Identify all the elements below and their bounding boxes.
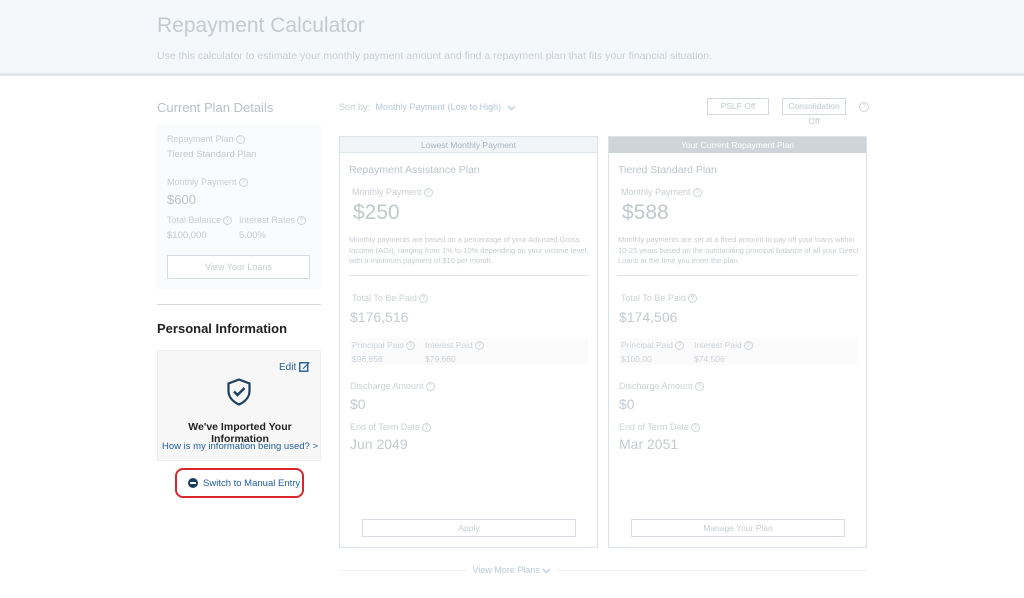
end-term-label: End of Term Date? bbox=[350, 422, 431, 433]
minus-circle-icon bbox=[188, 478, 198, 488]
question-circle-icon[interactable]: ? bbox=[694, 382, 704, 392]
shield-check-icon bbox=[227, 378, 251, 406]
plan-card-repayment-assistance: Lowest Monthly Payment Repayment Assista… bbox=[339, 136, 598, 548]
view-more-plans-label: View More Plans bbox=[472, 565, 540, 575]
discharge-amount-label: Discharge Amount? bbox=[619, 381, 704, 392]
principal-interest-row: Principal Paid? $96,856 Interest Paid? $… bbox=[350, 338, 588, 365]
question-circle-icon[interactable]: ? bbox=[405, 341, 415, 351]
view-more-row: View More Plans bbox=[0, 565, 1024, 575]
card-divider bbox=[349, 275, 589, 276]
current-plan-title: Current Plan Details bbox=[157, 100, 274, 115]
question-circle-icon[interactable]: ? bbox=[743, 341, 753, 351]
question-circle-icon[interactable]: ? bbox=[423, 188, 433, 198]
section-divider bbox=[157, 304, 321, 305]
plan-card-tiered-standard: Your Current Repayment Plan Tiered Stand… bbox=[608, 136, 867, 548]
question-circle-icon[interactable]: ? bbox=[687, 294, 697, 304]
page-subtitle: Use this calculator to estimate your mon… bbox=[157, 50, 713, 62]
edit-link[interactable]: Edit bbox=[279, 362, 296, 373]
monthly-payment-value: $600 bbox=[167, 192, 196, 207]
monthly-payment-label: Monthly Payment? bbox=[352, 187, 433, 198]
plan-name: Tiered Standard Plan bbox=[618, 164, 717, 176]
manage-plan-button[interactable]: Manage Your Plan bbox=[631, 519, 845, 537]
question-circle-icon[interactable]: ? bbox=[421, 423, 431, 433]
question-circle-icon[interactable]: ? bbox=[690, 423, 700, 433]
question-circle-icon[interactable]: ? bbox=[474, 341, 484, 351]
edit-pencil-icon[interactable] bbox=[299, 361, 310, 372]
question-circle-icon[interactable]: ? bbox=[692, 188, 702, 198]
total-balance-value: $100,000 bbox=[167, 230, 207, 241]
pslf-toggle[interactable]: PSLF Off bbox=[707, 98, 769, 115]
plan-name: Repayment Assistance Plan bbox=[349, 164, 480, 176]
plan-description: Monthly payments are based on a percenta… bbox=[349, 235, 589, 265]
question-circle-icon[interactable]: ? bbox=[223, 216, 233, 226]
interest-paid-value: $79,660 bbox=[425, 354, 456, 364]
plan-banner: Lowest Monthly Payment bbox=[340, 137, 597, 153]
discharge-amount-label: Discharge Amount? bbox=[350, 381, 435, 392]
plan-banner: Your Current Repayment Plan bbox=[609, 137, 866, 153]
sort-by-value[interactable]: Monthly Payment (Low to High) bbox=[376, 102, 502, 112]
current-plan-panel: Repayment Plan? Tiered Standard Plan Mon… bbox=[157, 124, 321, 290]
switch-manual-entry-label: Switch to Manual Entry bbox=[203, 478, 301, 489]
monthly-payment-label: Monthly Payment? bbox=[621, 187, 702, 198]
principal-paid-label: Principal Paid? bbox=[621, 340, 684, 351]
principal-paid-label: Principal Paid? bbox=[352, 340, 415, 351]
principal-interest-row: Principal Paid? $100,00 Interest Paid? $… bbox=[619, 338, 857, 365]
total-paid-value: $174,506 bbox=[619, 309, 678, 325]
monthly-payment-amount: $250 bbox=[353, 201, 400, 224]
question-circle-icon[interactable]: ? bbox=[425, 382, 435, 392]
plan-description: Monthly payments are set at a fixed amou… bbox=[618, 235, 859, 265]
interest-rates-value: 5.00% bbox=[239, 230, 266, 241]
end-term-value: Jun 2049 bbox=[350, 436, 408, 452]
principal-paid-value: $96,856 bbox=[352, 354, 383, 364]
interest-rates-label: Interest Rates? bbox=[239, 215, 307, 226]
end-term-value: Mar 2051 bbox=[619, 436, 679, 452]
chevron-down-icon bbox=[542, 568, 551, 574]
total-paid-label: Total To Be Paid? bbox=[352, 293, 428, 304]
question-circle-icon[interactable]: ? bbox=[859, 102, 869, 112]
interest-paid-value: $74,506 bbox=[694, 354, 725, 364]
card-divider bbox=[618, 275, 858, 276]
monthly-payment-label: Monthly Payment? bbox=[167, 177, 248, 188]
chevron-down-icon[interactable] bbox=[507, 105, 516, 111]
question-circle-icon[interactable]: ? bbox=[418, 294, 428, 304]
repayment-plan-value: Tiered Standard Plan bbox=[167, 149, 257, 160]
interest-paid-label: Interest Paid? bbox=[694, 340, 753, 351]
imported-info-card: Edit We've Imported Your Information How… bbox=[157, 350, 321, 461]
discharge-amount-value: $0 bbox=[619, 396, 635, 412]
switch-manual-entry-button[interactable]: Switch to Manual Entry bbox=[175, 468, 304, 498]
question-circle-icon[interactable]: ? bbox=[238, 178, 248, 188]
discharge-amount-value: $0 bbox=[350, 396, 366, 412]
total-paid-label: Total To Be Paid? bbox=[621, 293, 697, 304]
page-title: Repayment Calculator bbox=[157, 14, 365, 37]
interest-paid-label: Interest Paid? bbox=[425, 340, 484, 351]
end-term-label: End of Term Date? bbox=[619, 422, 700, 433]
sort-by-label: Sort by: bbox=[339, 102, 371, 112]
question-circle-icon[interactable]: ? bbox=[297, 216, 307, 226]
view-more-plans-link[interactable]: View More Plans bbox=[466, 565, 558, 575]
monthly-payment-amount: $588 bbox=[622, 201, 669, 224]
page-header: Repayment Calculator Use this calculator… bbox=[0, 0, 1024, 76]
question-circle-icon[interactable]: ? bbox=[674, 341, 684, 351]
how-info-used-link[interactable]: How is my information being used? > bbox=[158, 441, 322, 452]
apply-button[interactable]: Apply bbox=[362, 519, 576, 537]
principal-paid-value: $100,00 bbox=[621, 354, 652, 364]
question-circle-icon[interactable]: ? bbox=[235, 135, 245, 145]
total-paid-value: $176,516 bbox=[350, 309, 409, 325]
personal-info-title: Personal Information bbox=[157, 321, 288, 336]
sort-by-control[interactable]: Sort by: Monthly Payment (Low to High) bbox=[339, 102, 516, 112]
consolidation-toggle[interactable]: Consolidation Off bbox=[782, 98, 846, 126]
repayment-plan-label: Repayment Plan? bbox=[167, 134, 245, 145]
view-loans-button[interactable]: View Your Loans bbox=[167, 255, 310, 279]
total-balance-label: Total Balance? bbox=[167, 215, 233, 226]
